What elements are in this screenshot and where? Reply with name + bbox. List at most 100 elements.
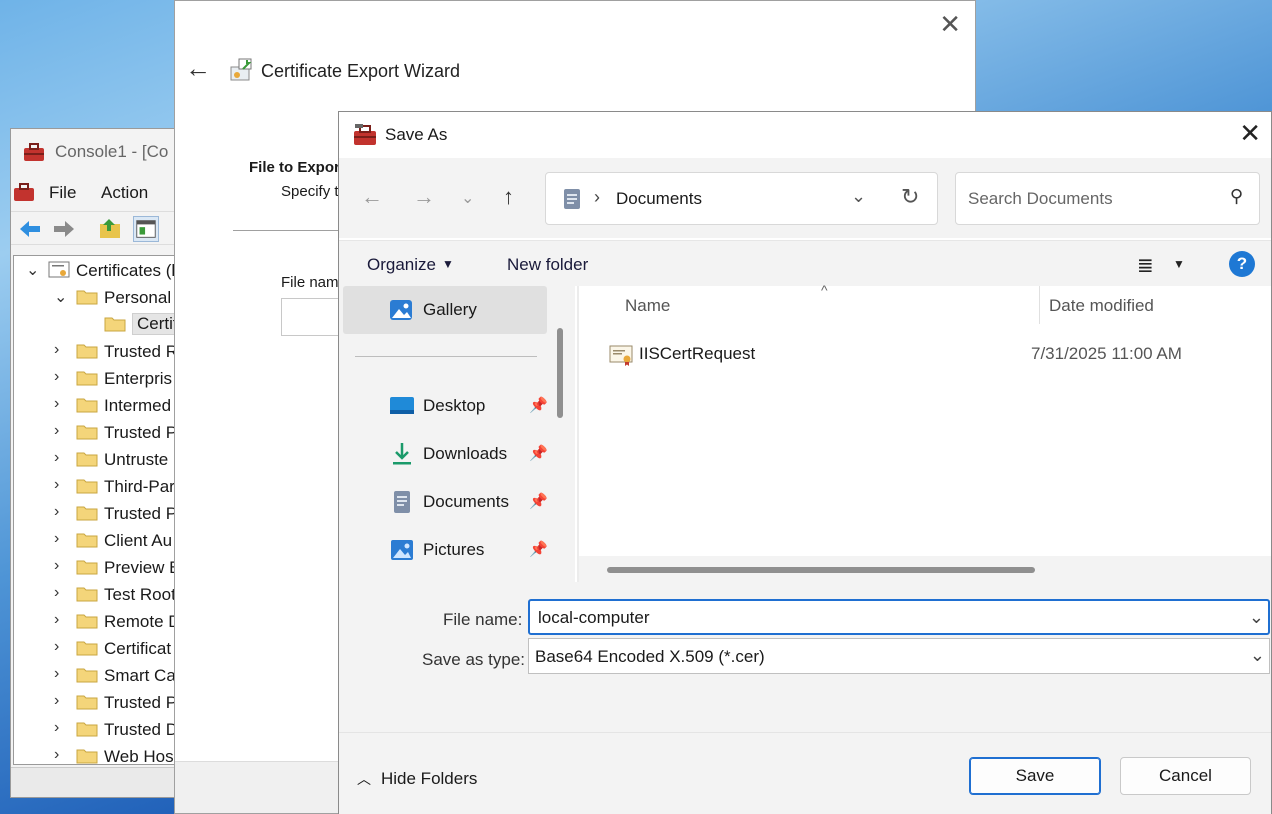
close-button[interactable]: ✕ xyxy=(1239,118,1261,149)
tree-item-label: Remote D xyxy=(104,612,181,631)
view-options-icon[interactable]: ≣ xyxy=(1137,253,1154,278)
help-button[interactable]: ? xyxy=(1229,251,1255,277)
file-row[interactable]: IISCertRequest 7/31/2025 11:00 AM xyxy=(599,340,1272,370)
caret-down-icon: ▼ xyxy=(441,257,454,271)
address-dropdown-icon[interactable]: ⌄ xyxy=(851,186,866,207)
pin-icon[interactable]: 📌 xyxy=(529,396,548,414)
view-caret-icon[interactable]: ▼ xyxy=(1173,257,1185,271)
file-list-scrollbar[interactable] xyxy=(607,567,1035,573)
save-as-titlebar[interactable]: Save As ✕ xyxy=(339,112,1271,156)
chevron-right-icon[interactable]: › xyxy=(54,584,59,602)
chevron-right-icon[interactable]: › xyxy=(54,422,59,440)
folder-icon xyxy=(76,425,98,440)
folder-icon xyxy=(104,317,126,332)
tree-item-label: Preview B xyxy=(104,558,181,577)
nav-pane-scrollbar[interactable] xyxy=(557,328,563,418)
breadcrumb-documents[interactable]: Documents xyxy=(616,189,702,209)
file-name-dropdown-icon[interactable]: ⌄ xyxy=(1249,607,1264,628)
nav-item-desktop[interactable]: Desktop 📌 xyxy=(343,382,548,430)
chevron-right-icon[interactable]: › xyxy=(54,692,59,710)
tree-item-label: Personal xyxy=(104,288,172,307)
chevron-right-icon[interactable]: › xyxy=(54,449,59,467)
folder-icon xyxy=(76,290,98,305)
back-arrow-icon[interactable]: ← xyxy=(361,184,383,210)
address-bar[interactable]: › Documents ⌄ ↻ xyxy=(545,172,938,225)
file-name-input[interactable] xyxy=(538,607,1218,629)
chevron-right-icon[interactable]: › xyxy=(54,719,59,737)
up-arrow-icon[interactable]: ↑ xyxy=(503,184,514,210)
tree-item-label: Client Au xyxy=(104,531,173,550)
dialog-footer: ︿ Hide Folders Save Cancel xyxy=(339,732,1271,814)
toolbox-icon xyxy=(14,183,34,201)
nav-item-pictures[interactable]: Pictures 📌 xyxy=(343,526,548,574)
chevron-right-icon[interactable]: › xyxy=(54,395,59,413)
nav-item-label: Gallery xyxy=(423,300,477,319)
tree-item-label: Trusted P xyxy=(104,693,178,712)
tree-item-label: Untruste xyxy=(104,450,169,469)
folder-icon xyxy=(76,614,98,629)
file-name: IISCertRequest xyxy=(639,344,756,363)
nav-item-gallery[interactable]: Gallery xyxy=(343,286,547,334)
nav-item-documents[interactable]: Documents 📌 xyxy=(343,478,548,526)
mmc-title: Console1 - [Co xyxy=(55,142,169,161)
chevron-right-icon[interactable]: › xyxy=(54,530,59,548)
file-name-field[interactable]: ⌄ xyxy=(528,599,1270,635)
organize-button[interactable]: Organize ▼ xyxy=(367,255,454,275)
tree-item-label: Trusted R xyxy=(104,342,179,361)
desktop-icon xyxy=(390,397,414,414)
chevron-right-icon[interactable]: › xyxy=(54,368,59,386)
chevron-down-icon[interactable]: ⌄ xyxy=(54,287,67,307)
cancel-button[interactable]: Cancel xyxy=(1120,757,1251,795)
recent-locations-chevron-icon[interactable]: ⌄ xyxy=(461,188,474,208)
show-hide-tree-icon[interactable] xyxy=(133,216,159,242)
toolbox-icon xyxy=(24,143,44,161)
refresh-icon[interactable]: ↻ xyxy=(901,184,919,210)
wizard-back-button[interactable]: ← xyxy=(185,53,211,84)
save-as-type-select[interactable]: Base64 Encoded X.509 (*.cer) ⌄ xyxy=(528,638,1270,674)
documents-icon xyxy=(564,189,580,209)
chevron-right-icon[interactable]: › xyxy=(54,638,59,656)
chevron-right-icon[interactable]: › xyxy=(54,503,59,521)
file-name-label: File name: xyxy=(443,610,523,629)
menu-action[interactable]: Action xyxy=(101,183,148,203)
back-arrow-icon[interactable] xyxy=(17,216,43,242)
chevron-down-icon[interactable]: ⌄ xyxy=(26,260,39,280)
chevron-right-icon[interactable]: › xyxy=(54,476,59,494)
hide-folders-button[interactable]: ︿ Hide Folders xyxy=(357,769,477,789)
nav-item-downloads[interactable]: Downloads 📌 xyxy=(343,430,548,478)
forward-arrow-icon[interactable]: → xyxy=(413,184,435,210)
chevron-right-icon[interactable]: › xyxy=(54,665,59,683)
wizard-title: Certificate Export Wizard xyxy=(261,61,461,81)
folder-icon xyxy=(76,371,98,386)
save-button[interactable]: Save xyxy=(969,757,1101,795)
organize-label: Organize xyxy=(367,255,436,274)
column-header-date-modified[interactable]: Date modified xyxy=(1049,296,1154,316)
tree-item-label: Enterpris xyxy=(104,369,173,388)
folder-icon xyxy=(76,587,98,602)
menu-file[interactable]: File xyxy=(49,183,76,203)
forward-arrow-icon[interactable] xyxy=(51,216,77,242)
folder-icon xyxy=(76,533,98,548)
chevron-right-icon[interactable]: › xyxy=(54,746,59,764)
pin-icon[interactable]: 📌 xyxy=(529,540,548,558)
folder-icon xyxy=(76,668,98,683)
column-header-name[interactable]: Name xyxy=(625,296,670,316)
folder-icon xyxy=(76,479,98,494)
pictures-icon xyxy=(391,540,413,560)
chevron-right-icon[interactable]: › xyxy=(54,341,59,359)
breadcrumb-separator-icon: › xyxy=(594,187,600,207)
wizard-file-name-label: File nam xyxy=(281,274,339,291)
nav-item-label: Pictures xyxy=(423,540,485,559)
pin-icon[interactable]: 📌 xyxy=(529,444,548,462)
file-date-modified: 7/31/2025 11:00 AM xyxy=(1031,344,1182,363)
wizard-close-button[interactable]: ✕ xyxy=(939,9,961,40)
chevron-right-icon[interactable]: › xyxy=(54,557,59,575)
pin-icon[interactable]: 📌 xyxy=(529,492,548,510)
chevron-right-icon[interactable]: › xyxy=(54,611,59,629)
column-divider[interactable] xyxy=(1039,286,1040,324)
new-folder-button[interactable]: New folder xyxy=(507,255,588,275)
up-folder-icon[interactable] xyxy=(97,216,123,242)
save-as-type-dropdown-icon[interactable]: ⌄ xyxy=(1250,645,1265,666)
search-input[interactable] xyxy=(968,187,1208,211)
search-box[interactable]: ⚲ xyxy=(955,172,1260,225)
